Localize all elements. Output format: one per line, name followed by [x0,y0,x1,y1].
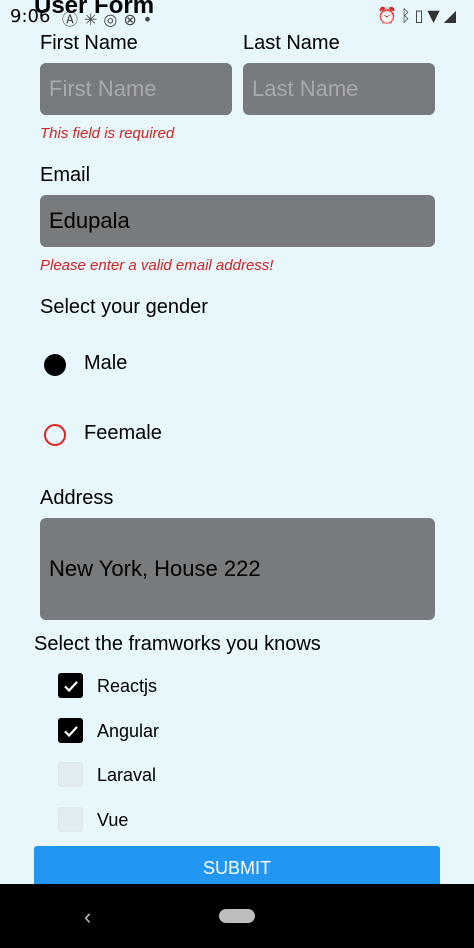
signal-icon: ◢ [443,6,460,25]
first-name-error: This field is required [40,125,175,142]
radio-male[interactable] [44,354,66,376]
email-error: Please enter a valid email address! [40,257,274,274]
wifi-icon: ▼ [427,6,444,25]
radio-female-label: Feemale [84,422,162,444]
check-icon [63,680,78,692]
alarm-icon: ⏰ [377,6,401,25]
email-field[interactable]: Edupala [40,195,435,247]
checkbox-angular-label: Angular [97,721,160,741]
checkbox-angular[interactable] [58,718,83,743]
email-label: Email [40,164,91,186]
checkbox-reactjs-label: Reactjs [97,676,158,696]
bluetooth-icon: ᛒ [400,6,415,25]
vibrate-icon: ▯ [414,6,428,25]
back-icon[interactable]: ‹ [84,904,91,930]
radio-female[interactable] [44,424,66,446]
first-name-input[interactable]: First Name [40,63,232,115]
system-icons: ⏰ᛒ▯▼◢ [377,6,460,25]
home-pill-icon[interactable] [219,909,255,923]
page-title: User Form [34,0,155,19]
frameworks-label: Select the framworks you knows [34,633,321,655]
first-name-label: First Name [40,32,138,54]
radio-male-label: Male [84,352,128,374]
checkbox-vue[interactable] [58,807,83,832]
checkbox-laraval[interactable] [58,762,83,787]
checkbox-reactjs[interactable] [58,673,83,698]
address-field[interactable]: New York, House 222 [40,518,435,620]
last-name-input[interactable]: Last Name [243,63,435,115]
checkbox-vue-label: Vue [97,810,129,830]
check-icon [63,725,78,737]
gender-label: Select your gender [40,296,208,318]
nav-bar: ‹ [0,884,474,948]
address-label: Address [40,487,114,509]
checkbox-laraval-label: Laraval [97,765,157,785]
last-name-label: Last Name [243,32,340,54]
